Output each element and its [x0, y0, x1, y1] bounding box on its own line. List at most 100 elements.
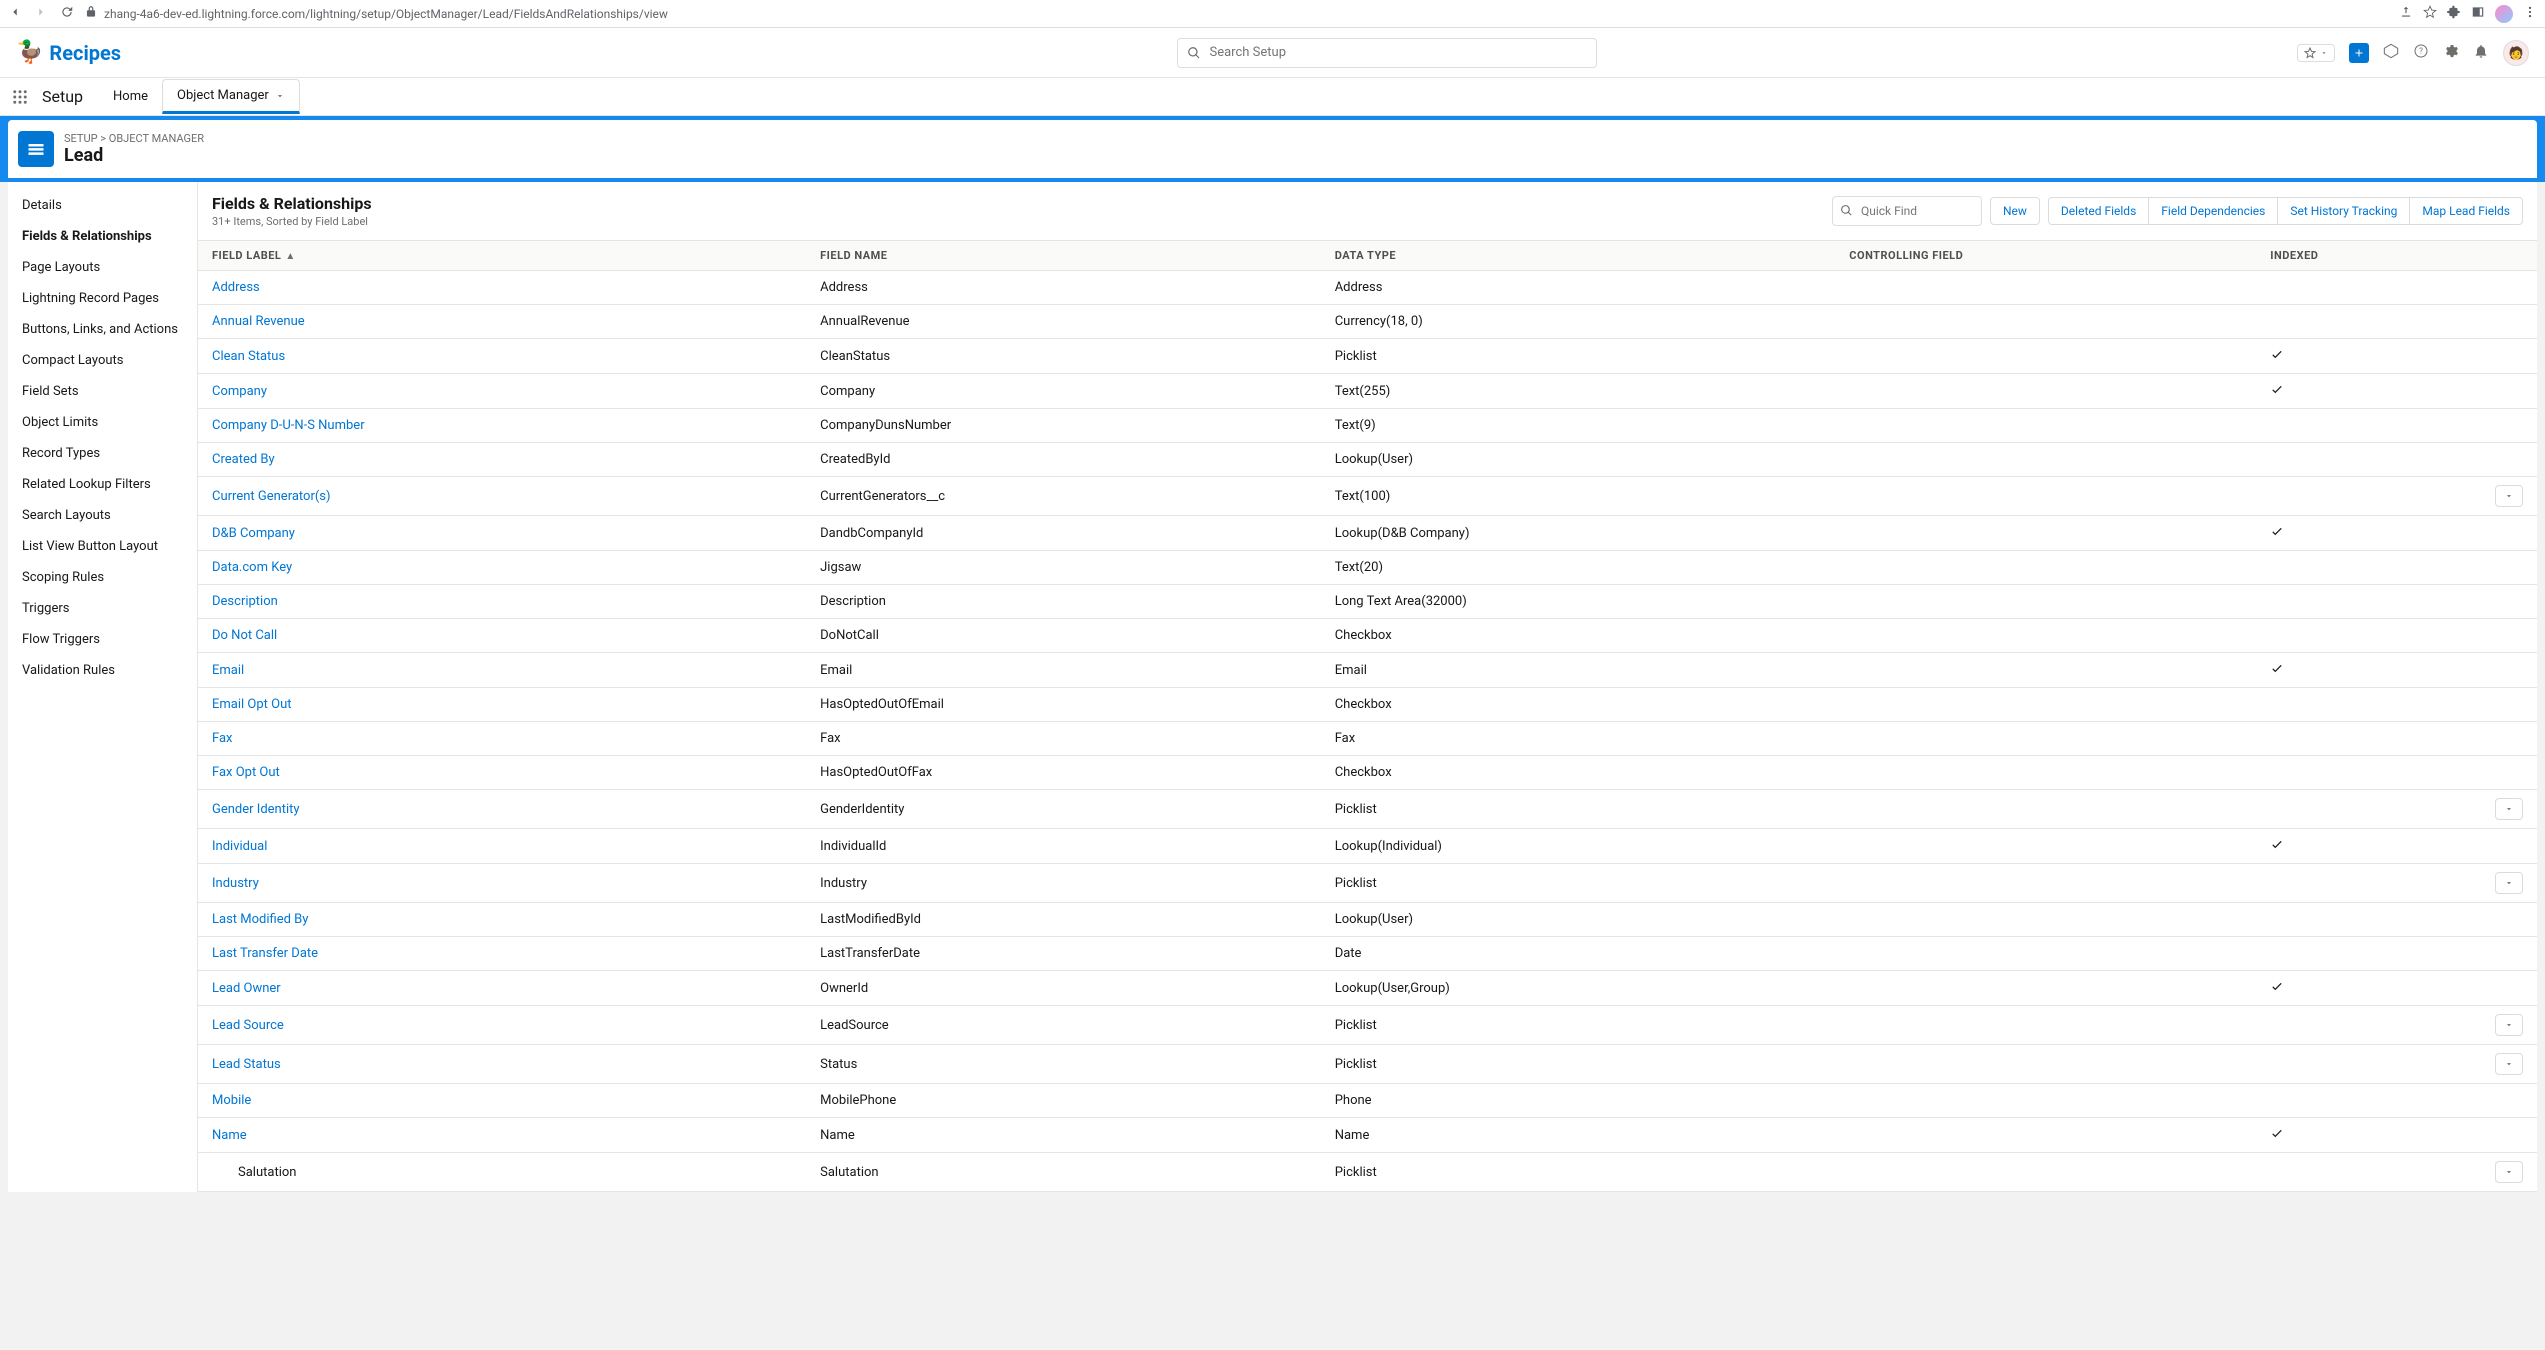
- field-label-link[interactable]: Description: [212, 594, 278, 609]
- tab-home[interactable]: Home: [99, 81, 162, 112]
- check-icon: [2270, 982, 2284, 997]
- row-action-menu[interactable]: [2495, 1161, 2523, 1183]
- cell-controlling-field: [1835, 1153, 2256, 1192]
- sidebar-item-lightning-record-pages[interactable]: Lightning Record Pages: [8, 283, 197, 314]
- sidebar-item-compact-layouts[interactable]: Compact Layouts: [8, 345, 197, 376]
- cell-indexed: [2256, 1006, 2443, 1045]
- menu-icon[interactable]: [2523, 5, 2537, 22]
- nav-bar: Setup Home Object Manager: [0, 78, 2545, 116]
- reload-icon[interactable]: [60, 5, 74, 22]
- extensions-icon[interactable]: [2447, 5, 2461, 22]
- row-action-menu[interactable]: [2495, 872, 2523, 894]
- field-label-link[interactable]: Current Generator(s): [212, 489, 331, 504]
- field-label-link[interactable]: Individual: [212, 839, 267, 854]
- forward-icon[interactable]: [34, 5, 48, 22]
- field-label-link[interactable]: Address: [212, 280, 260, 295]
- sidebar-item-fields-relationships[interactable]: Fields & Relationships: [8, 221, 197, 252]
- back-icon[interactable]: [8, 5, 22, 22]
- sidebar-item-triggers[interactable]: Triggers: [8, 593, 197, 624]
- cell-field-name: IndividualId: [806, 829, 1321, 864]
- cell-field-name: Description: [806, 585, 1321, 619]
- cell-indexed: [2256, 1045, 2443, 1084]
- breadcrumb-object-manager[interactable]: OBJECT MANAGER: [109, 132, 204, 145]
- sidebar-item-details[interactable]: Details: [8, 190, 197, 221]
- field-dependencies-button[interactable]: Field Dependencies: [2148, 197, 2277, 225]
- field-label-link[interactable]: Annual Revenue: [212, 314, 305, 329]
- notifications-icon[interactable]: [2473, 43, 2489, 63]
- field-label-link[interactable]: Last Modified By: [212, 912, 308, 927]
- url-text[interactable]: zhang-4a6-dev-ed.lightning.force.com/lig…: [104, 7, 668, 21]
- cell-indexed: [2256, 585, 2443, 619]
- cell-field-label: Company D-U-N-S Number: [198, 409, 806, 443]
- tab-object-manager[interactable]: Object Manager: [162, 79, 300, 114]
- sidebar-item-object-limits[interactable]: Object Limits: [8, 407, 197, 438]
- row-action-menu[interactable]: [2495, 798, 2523, 820]
- salesforce-help-icon[interactable]: [2383, 43, 2399, 63]
- col-indexed[interactable]: INDEXED: [2256, 241, 2443, 271]
- field-label-link[interactable]: Created By: [212, 452, 275, 467]
- cell-actions: [2443, 937, 2537, 971]
- map-lead-fields-button[interactable]: Map Lead Fields: [2409, 197, 2523, 225]
- field-label-link[interactable]: Do Not Call: [212, 628, 277, 643]
- app-launcher-icon[interactable]: [8, 85, 32, 109]
- quick-find-input[interactable]: [1832, 196, 1982, 226]
- sidebar-item-page-layouts[interactable]: Page Layouts: [8, 252, 197, 283]
- sidebar-item-scoping-rules[interactable]: Scoping Rules: [8, 562, 197, 593]
- col-data-type[interactable]: DATA TYPE: [1321, 241, 1836, 271]
- row-action-menu[interactable]: [2495, 485, 2523, 507]
- field-label-link[interactable]: Company: [212, 384, 267, 399]
- app-logo-icon: 🦆: [16, 40, 43, 65]
- field-label-link[interactable]: Mobile: [212, 1093, 251, 1108]
- field-label-link[interactable]: Email: [212, 663, 244, 678]
- field-label-link[interactable]: Lead Owner: [212, 981, 281, 996]
- field-label-link[interactable]: Company D-U-N-S Number: [212, 418, 365, 433]
- favorites-button[interactable]: [2297, 44, 2335, 62]
- field-label-link[interactable]: Last Transfer Date: [212, 946, 318, 961]
- field-label-link[interactable]: D&B Company: [212, 526, 295, 541]
- col-field-name[interactable]: FIELD NAME: [806, 241, 1321, 271]
- new-button[interactable]: New: [1990, 197, 2040, 225]
- sidebar-item-field-sets[interactable]: Field Sets: [8, 376, 197, 407]
- sidebar-item-list-view-button-layout[interactable]: List View Button Layout: [8, 531, 197, 562]
- col-field-label[interactable]: FIELD LABEL▲: [198, 241, 806, 271]
- cell-field-name: MobilePhone: [806, 1084, 1321, 1118]
- field-label-link[interactable]: Fax Opt Out: [212, 765, 280, 780]
- field-label-link[interactable]: Name: [212, 1128, 247, 1143]
- table-row: Email Opt OutHasOptedOutOfEmailCheckbox: [198, 688, 2537, 722]
- breadcrumb-setup[interactable]: SETUP: [64, 132, 98, 145]
- table-row: MobileMobilePhonePhone: [198, 1084, 2537, 1118]
- cell-field-name: LastModifiedById: [806, 903, 1321, 937]
- share-icon[interactable]: [2399, 5, 2413, 22]
- sidebar-item-flow-triggers[interactable]: Flow Triggers: [8, 624, 197, 655]
- field-label-link[interactable]: Fax: [212, 731, 233, 746]
- help-icon[interactable]: ?: [2413, 43, 2429, 63]
- setup-gear-icon[interactable]: [2443, 43, 2459, 63]
- user-avatar[interactable]: 🧑: [2503, 40, 2529, 66]
- sidebar-item-buttons-links-and-actions[interactable]: Buttons, Links, and Actions: [8, 314, 197, 345]
- deleted-fields-button[interactable]: Deleted Fields: [2048, 197, 2148, 225]
- field-label-link[interactable]: Clean Status: [212, 349, 285, 364]
- field-label-link[interactable]: Lead Source: [212, 1018, 284, 1033]
- set-history-tracking-button[interactable]: Set History Tracking: [2277, 197, 2409, 225]
- panel-icon[interactable]: [2471, 5, 2485, 22]
- field-label-link[interactable]: Industry: [212, 876, 259, 891]
- cell-indexed: [2256, 374, 2443, 409]
- object-sidebar: DetailsFields & RelationshipsPage Layout…: [8, 182, 198, 1192]
- cell-data-type: Long Text Area(32000): [1321, 585, 1836, 619]
- sidebar-item-related-lookup-filters[interactable]: Related Lookup Filters: [8, 469, 197, 500]
- sidebar-item-validation-rules[interactable]: Validation Rules: [8, 655, 197, 686]
- global-search-input[interactable]: [1177, 38, 1597, 68]
- sidebar-item-search-layouts[interactable]: Search Layouts: [8, 500, 197, 531]
- browser-profile-avatar[interactable]: [2495, 5, 2513, 23]
- sidebar-item-record-types[interactable]: Record Types: [8, 438, 197, 469]
- check-icon: [2270, 664, 2284, 679]
- row-action-menu[interactable]: [2495, 1053, 2523, 1075]
- field-label-link[interactable]: Email Opt Out: [212, 697, 292, 712]
- global-actions-button[interactable]: [2349, 43, 2369, 63]
- field-label-link[interactable]: Data.com Key: [212, 560, 292, 575]
- field-label-link[interactable]: Gender Identity: [212, 802, 300, 817]
- col-controlling-field[interactable]: CONTROLLING FIELD: [1835, 241, 2256, 271]
- star-icon[interactable]: [2423, 5, 2437, 22]
- field-label-link[interactable]: Lead Status: [212, 1057, 281, 1072]
- row-action-menu[interactable]: [2495, 1014, 2523, 1036]
